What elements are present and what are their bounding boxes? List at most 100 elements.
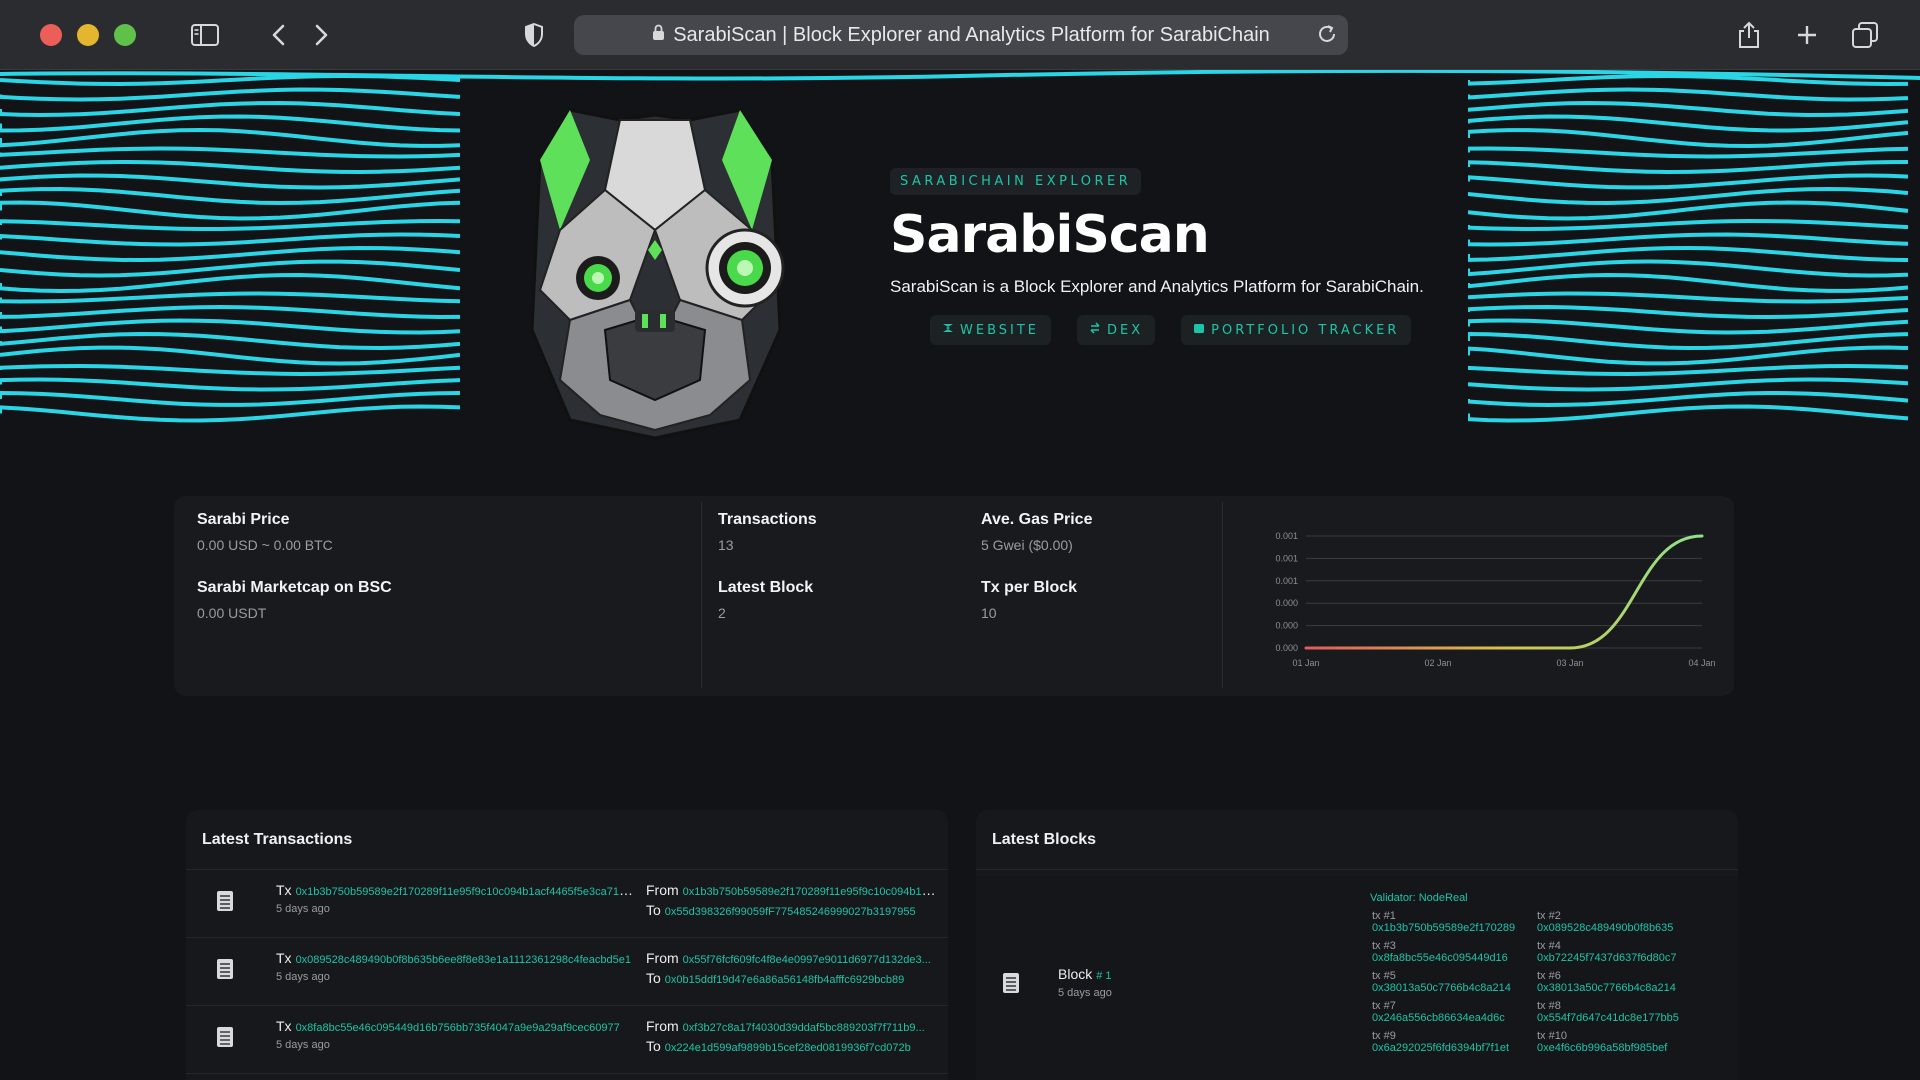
website-link[interactable]: WEBSITE [930,315,1051,345]
block-number-link[interactable]: # 1 [1096,970,1111,982]
wave-line [1468,186,1909,206]
new-tab-plus-icon[interactable] [1788,16,1826,54]
wave-line [1468,160,1909,175]
block-tx-hash-link[interactable]: 0x8fa8bc55e46c095449d16 [1372,952,1527,964]
latest-transactions-title: Latest Transactions [186,810,948,870]
hero-links: WEBSITE DEX PORTFOLIO TRACKER [930,315,1424,345]
block-tx-hash-link[interactable]: 0x246a556cb86634ea4d6c [1372,1012,1527,1024]
close-window-button[interactable] [40,24,62,46]
from-address-link[interactable]: 0xf3b27c8a17f4030d39ddaf5bc889203f7f711b… [683,1022,925,1034]
wallet-icon [1193,322,1205,338]
wave-line [0,146,460,159]
transaction-addresses: From 0x55f76fcf609fc4f8e4e0997e9011d6977d… [646,950,931,986]
wave-line [1468,146,1909,159]
hero-title: SarabiScan [890,205,1210,265]
block-tx-hash-link[interactable]: 0xb72245f7437d637f6d80c7 [1537,952,1692,964]
block-document-icon [1002,972,1020,994]
transaction-row[interactable]: Tx 0x1b3b750b59589e2f170289f11e95f9c10c09… [186,870,948,938]
from-address-link[interactable]: 0x55f76fcf609fc4f8e4e0997e9011d6977d132d… [683,954,931,966]
wave-line [0,345,460,366]
share-icon[interactable] [1730,16,1768,54]
wave-line [0,363,460,377]
back-arrow-icon[interactable] [260,16,298,54]
tx-age: 5 days ago [276,1039,330,1051]
wave-line [1468,304,1909,320]
wave-line [0,245,460,263]
block-tx-item[interactable]: tx #4 0xb72245f7437d637f6d80c7 [1537,940,1692,964]
chart-y-tick-label: 0.001 [1275,576,1298,586]
chart-x-tick-label: 01 Jan [1292,658,1319,668]
block-tx-item[interactable]: tx #10 0xe4f6c6b996a58bf985bef [1537,1030,1692,1054]
chart-x-tick-label: 02 Jan [1424,658,1451,668]
wave-line [0,318,460,335]
wave-line [1468,404,1909,423]
sidebar-toggle-icon[interactable] [186,16,224,54]
hero-text-block: SARABICHAIN EXPLORER SarabiScan SarabiSc… [890,168,1424,345]
wave-line [0,127,460,148]
latest-blocks-panel: Latest Blocks Block # 1 5 days ago Valida… [976,810,1738,1080]
chart-x-tick-label: 03 Jan [1556,658,1583,668]
wave-line [0,218,460,231]
swap-icon [1089,322,1101,338]
wave-line [1468,218,1909,232]
address-bar[interactable]: SarabiScan | Block Explorer and Analytic… [574,15,1348,55]
wave-line [1468,173,1909,190]
gas-price-stat: Ave. Gas Price 5 Gwei ($0.00) [981,511,1093,553]
dex-link[interactable]: DEX [1077,315,1156,345]
chart-series-line [1304,534,1704,650]
tx-hash-link[interactable]: 0x1b3b750b59589e2f170289f11e95f9c10c094b… [296,886,636,898]
tx-per-block-stat: Tx per Block 10 [981,579,1078,621]
zoom-window-button[interactable] [114,24,136,46]
block-tx-item[interactable]: tx #8 0x554f7d647c41dc8e177bb5 [1537,1000,1692,1024]
block-tx-hash-link[interactable]: 0x6a292025f6fd6394bf7f1et [1372,1042,1527,1054]
block-tx-hash-link[interactable]: 0x1b3b750b59589e2f170289 [1372,922,1527,934]
wave-line [0,331,460,351]
wave-line [1468,331,1909,351]
block-tx-hash-link[interactable]: 0x38013a50c7766b4c8a214 [1537,982,1692,994]
wave-line [0,159,460,175]
block-tx-hash-link[interactable]: 0x38013a50c7766b4c8a214 [1372,982,1527,994]
forward-arrow-icon[interactable] [302,16,340,54]
privacy-shield-icon[interactable] [515,16,553,54]
transaction-document-icon [216,1026,234,1048]
wave-line [1468,259,1909,278]
transaction-row[interactable]: Tx 0x8fa8bc55e46c095449d16b756bb735f4047a… [186,1006,948,1074]
portfolio-tracker-link[interactable]: PORTFOLIO TRACKER [1181,315,1412,345]
block-tx-item[interactable]: tx #1 0x1b3b750b59589e2f170289 [1372,910,1527,934]
tx-hash-link[interactable]: 0x8fa8bc55e46c095449d16b756bb735f4047a9e… [296,1022,620,1034]
wave-line [1468,318,1909,335]
block-tx-item[interactable]: tx #6 0x38013a50c7766b4c8a214 [1537,970,1692,994]
hero-section: SARABICHAIN EXPLORER SarabiScan SarabiSc… [0,70,1920,450]
to-address-link[interactable]: 0x0b15ddf19d47e6a86a56148fb4afffc6929bcb… [665,974,904,986]
block-tx-hash-link[interactable]: 0x089528c489490b0f8b635 [1537,922,1692,934]
block-tx-item[interactable]: tx #2 0x089528c489490b0f8b635 [1537,910,1692,934]
chart-y-tick-label: 0.001 [1275,553,1298,563]
block-row[interactable]: Block # 1 5 days ago Validator: NodeReal … [976,876,1738,1080]
wave-line [0,114,460,133]
from-address-link[interactable]: 0x1b3b750b59589e2f170289f11e95f9c10c094b… [683,886,941,898]
tab-overview-icon[interactable] [1846,16,1884,54]
wave-line [0,304,460,320]
wave-line [1468,128,1909,149]
block-tx-item[interactable]: tx #9 0x6a292025f6fd6394bf7f1et [1372,1030,1527,1054]
block-tx-item[interactable]: tx #7 0x246a556cb86634ea4d6c [1372,1000,1527,1024]
transaction-addresses: From 0x1b3b750b59589e2f170289f11e95f9c10c… [646,882,941,918]
to-address-link[interactable]: 0x55d398326f99059fF775485246999027b31979… [665,906,916,918]
marketcap-stat: Sarabi Marketcap on BSC 0.00 USDT [197,579,392,621]
block-tx-hash-link[interactable]: 0x554f7d647c41dc8e177bb5 [1537,1012,1692,1024]
transaction-row[interactable]: Tx 0x089528c489490b0f8b635b6ee8f8e83e1a11… [186,938,948,1006]
latest-blocks-title: Latest Blocks [976,810,1738,870]
chart-y-tick-label: 0.000 [1275,643,1298,653]
tx-hash-link[interactable]: 0x089528c489490b0f8b635b6ee8f8e83e1a1112… [296,954,631,966]
wave-line [0,173,460,190]
wave-line [0,100,460,118]
block-tx-item[interactable]: tx #3 0x8fa8bc55e46c095449d16 [1372,940,1527,964]
wave-line [1468,87,1909,102]
to-address-link[interactable]: 0x224e1d599af9899b15cef28ed0819936f7cd07… [665,1042,911,1054]
tx-age: 5 days ago [276,971,330,983]
block-tx-hash-link[interactable]: 0xe4f6c6b996a58bf985bef [1537,1042,1692,1054]
reload-icon[interactable] [1316,23,1338,51]
transaction-main: Tx 0x1b3b750b59589e2f170289f11e95f9c10c09… [276,882,636,915]
minimize-window-button[interactable] [77,24,99,46]
block-tx-item[interactable]: tx #5 0x38013a50c7766b4c8a214 [1372,970,1527,994]
